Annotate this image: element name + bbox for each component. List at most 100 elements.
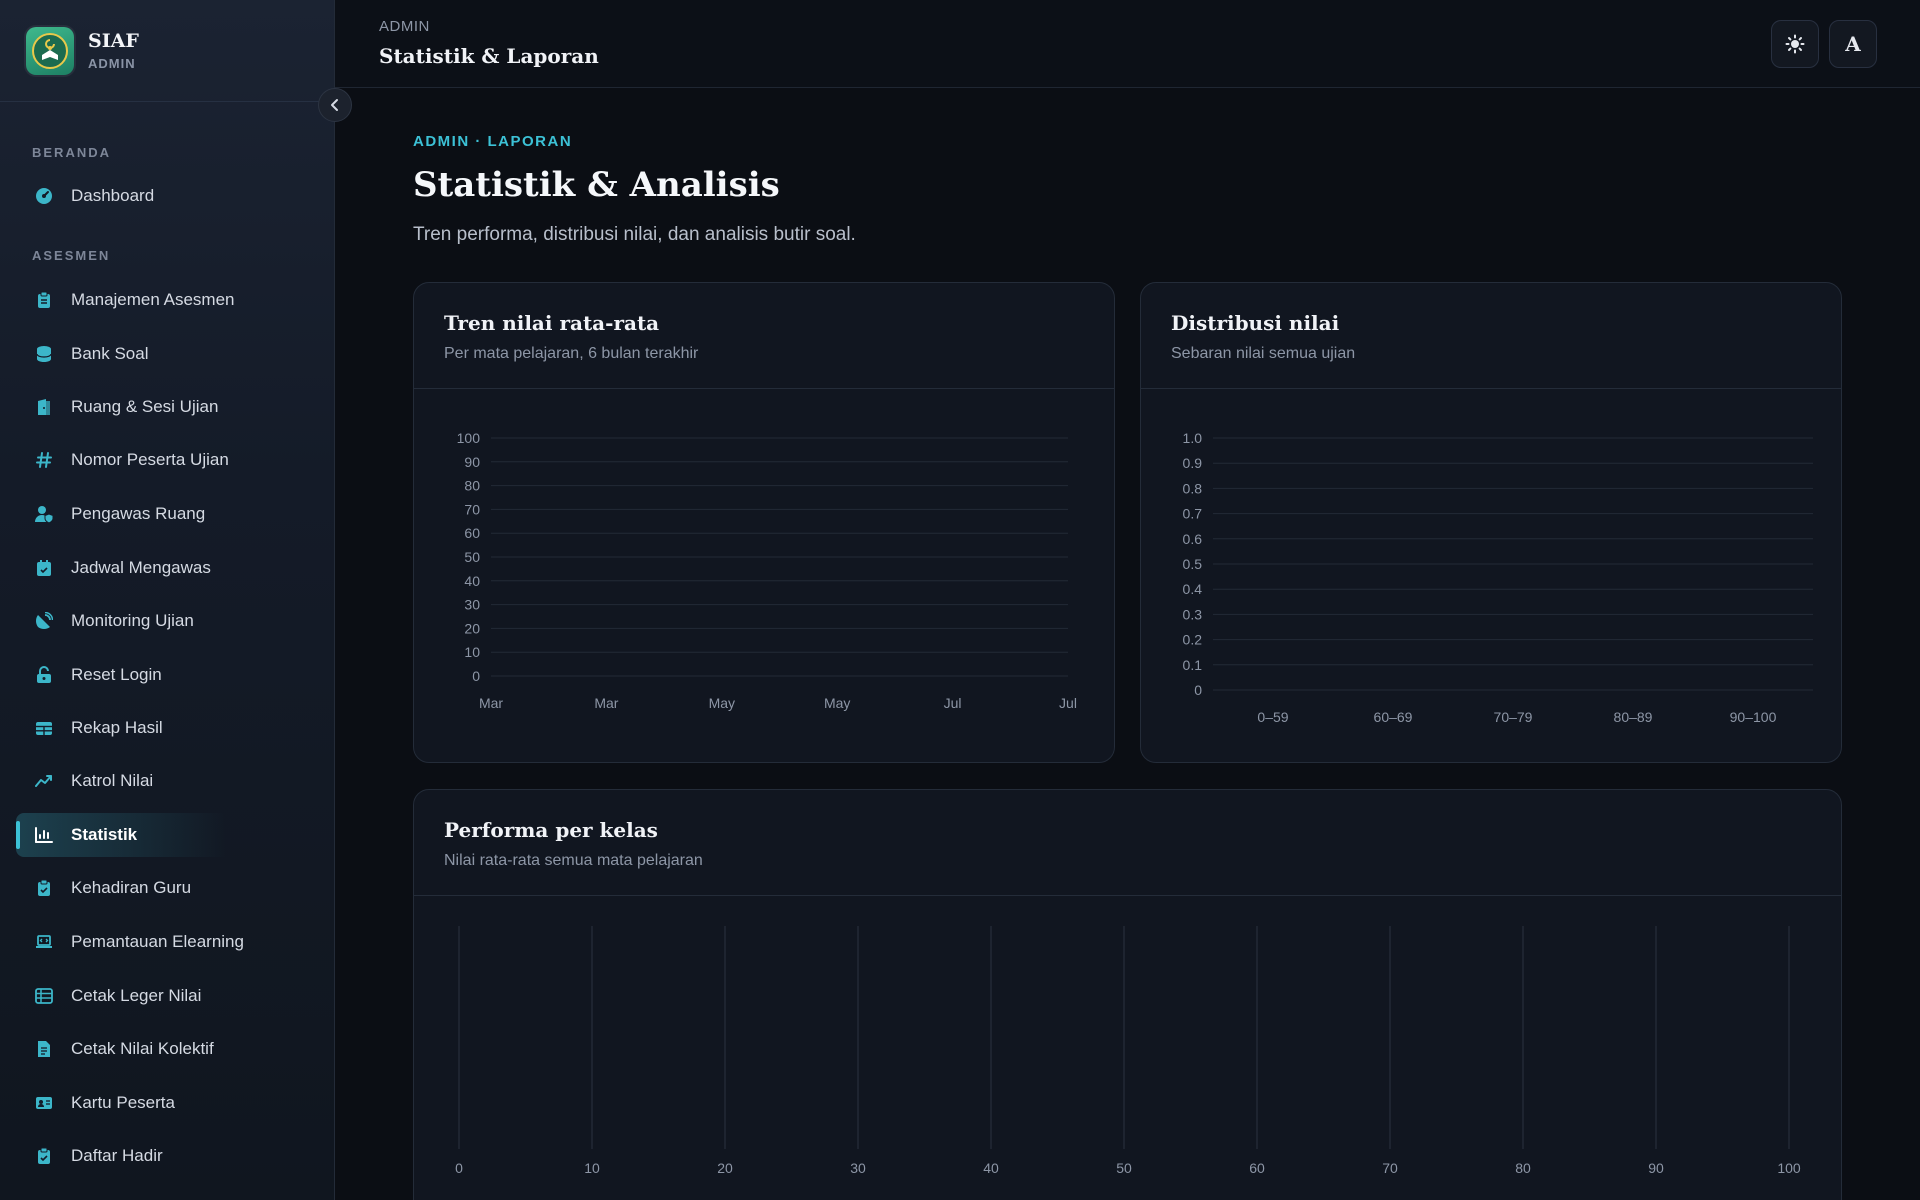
sidebar-item-label: Rekap Hasil: [71, 718, 163, 737]
x-tick-label: 80: [1515, 1160, 1531, 1176]
file-text-icon: [34, 1039, 54, 1059]
database-icon: [34, 344, 54, 364]
x-tick-label: May: [824, 695, 850, 711]
sidebar-item-label: Manajemen Asesmen: [71, 290, 235, 309]
trend-chart-card: Tren nilai rata-rata Per mata pelajaran,…: [413, 282, 1115, 763]
x-tick-label: 0–59: [1257, 709, 1288, 725]
trend-up-icon: [34, 771, 54, 791]
x-tick-label: Mar: [479, 695, 503, 711]
brand-name: SIAF: [88, 30, 139, 52]
laptop-code-icon: [34, 932, 54, 952]
sidebar-item-statistik[interactable]: Statistik: [16, 813, 316, 857]
class-performance-bar-chart: 0 10 20 30 40 50 60 70 80 90 100: [455, 926, 1801, 1176]
calendar-check-icon: [34, 558, 54, 578]
gauge-icon: [34, 186, 54, 206]
sidebar-item-label: Cetak Leger Nilai: [71, 986, 202, 1005]
sidebar-item-pemantauan-elearning[interactable]: Pemantauan Elearning: [16, 920, 316, 964]
page-subtitle: Tren performa, distribusi nilai, dan ana…: [413, 224, 856, 245]
x-tick-label: 70–79: [1494, 709, 1533, 725]
page-title: Statistik & Analisis: [413, 165, 780, 205]
sidebar-item-label: Pengawas Ruang: [71, 504, 206, 523]
distribution-chart-card: Distribusi nilai Sebaran nilai semua uji…: [1140, 282, 1842, 763]
y-tick-label: 40: [464, 573, 480, 589]
y-tick-label: 90: [464, 454, 480, 470]
sidebar-item-nomor-peserta-ujian[interactable]: Nomor Peserta Ujian: [16, 438, 316, 482]
sidebar-item-pengawas-ruang[interactable]: Pengawas Ruang: [16, 492, 316, 536]
sidebar-item-cetak-nilai-kolektif[interactable]: Cetak Nilai Kolektif: [16, 1027, 316, 1071]
satellite-icon: [34, 611, 54, 631]
class-performance-subtitle: Nilai rata-rata semua mata pelajaran: [444, 852, 703, 869]
sidebar-item-katrol-nilai[interactable]: Katrol Nilai: [16, 759, 316, 803]
y-tick-label: 20: [464, 620, 480, 636]
x-tick-label: 0: [455, 1160, 463, 1176]
sidebar-item-label: Kartu Peserta: [71, 1093, 175, 1112]
clipboard-icon: [34, 290, 54, 310]
x-tick-label: 90–100: [1730, 709, 1777, 725]
y-tick-label: 70: [464, 501, 480, 517]
class-performance-title: Performa per kelas: [444, 818, 658, 842]
y-tick-label: 80: [464, 478, 480, 494]
distribution-chart-title: Distribusi nilai: [1171, 311, 1340, 335]
nav-section-asesmen: ASESMEN: [32, 248, 111, 263]
x-tick-label: Jul: [1059, 695, 1077, 711]
table-icon: [34, 718, 54, 738]
sidebar-item-label: Cetak Nilai Kolektif: [71, 1039, 214, 1058]
list-table-icon: [34, 986, 54, 1006]
sidebar-item-monitoring-ujian[interactable]: Monitoring Ujian: [16, 599, 316, 643]
y-tick-label: 0.5: [1183, 556, 1203, 572]
theme-toggle-button[interactable]: [1771, 20, 1819, 68]
sidebar-item-label: Pemantauan Elearning: [71, 932, 244, 951]
y-tick-label: 1.0: [1183, 430, 1203, 446]
sidebar-item-ruang-dan-sesi-ujian[interactable]: Ruang & Sesi Ujian: [16, 385, 316, 429]
sidebar-item-kehadiran-guru[interactable]: Kehadiran Guru: [16, 866, 316, 910]
class-performance-card: Performa per kelas Nilai rata-rata semua…: [413, 789, 1842, 1200]
sidebar-item-label: Katrol Nilai: [71, 771, 154, 790]
x-tick-label: May: [709, 695, 735, 711]
sidebar-item-jadwal-mengawas[interactable]: Jadwal Mengawas: [16, 546, 316, 590]
y-tick-label: 0.4: [1183, 581, 1203, 597]
breadcrumb[interactable]: ADMIN: [379, 18, 430, 35]
page-eyebrow: ADMIN · LAPORAN: [413, 133, 573, 150]
sidebar-item-dashboard[interactable]: Dashboard: [16, 174, 316, 218]
brand[interactable]: SIAF ADMIN: [0, 0, 334, 102]
x-tick-label: 90: [1648, 1160, 1664, 1176]
y-tick-label: 0.6: [1183, 531, 1203, 547]
sidebar-item-label: Dashboard: [71, 186, 155, 205]
y-tick-label: 60: [464, 525, 480, 541]
x-tick-label: Jul: [944, 695, 962, 711]
user-avatar-button[interactable]: A: [1829, 20, 1877, 68]
y-tick-label: 0.8: [1183, 480, 1203, 496]
bar-chart-icon: [34, 825, 54, 845]
sidebar-item-kartu-peserta[interactable]: Kartu Peserta: [16, 1081, 316, 1125]
y-tick-label: 0.3: [1183, 606, 1203, 622]
unlock-icon: [34, 665, 54, 685]
sidebar-collapse-button[interactable]: [318, 88, 352, 122]
sidebar-item-daftar-hadir[interactable]: Daftar Hadir: [16, 1134, 316, 1178]
x-tick-label: 40: [983, 1160, 999, 1176]
x-tick-label: 60: [1249, 1160, 1265, 1176]
y-tick-label: 0.9: [1183, 455, 1203, 471]
y-tick-label: 50: [464, 549, 480, 565]
y-tick-label: 0.7: [1183, 506, 1203, 522]
sidebar-item-cetak-leger-nilai[interactable]: Cetak Leger Nilai: [16, 974, 316, 1018]
school-logo-icon: [26, 26, 74, 75]
x-tick-label: 10: [584, 1160, 600, 1176]
sidebar-item-label: Reset Login: [71, 665, 162, 684]
sidebar-item-label: Jadwal Mengawas: [71, 558, 211, 577]
distribution-bar-chart: 0 0.1 0.2 0.3 0.4 0.5 0.6 0.7 0.8 0.9 1.0 0–59 60–69…: [1183, 430, 1813, 725]
sidebar-item-rekap-hasil[interactable]: Rekap Hasil: [16, 706, 316, 750]
sidebar-item-label: Ruang & Sesi Ujian: [71, 397, 219, 416]
sidebar-item-label: Monitoring Ujian: [71, 611, 194, 630]
door-icon: [34, 397, 54, 417]
sidebar-item-bank-soal[interactable]: Bank Soal: [16, 332, 316, 376]
sidebar: SIAF ADMIN BERANDA ASESMEN Dashboard Mana…: [0, 0, 335, 1200]
distribution-chart-subtitle: Sebaran nilai semua ujian: [1171, 345, 1356, 362]
x-tick-label: 20: [717, 1160, 733, 1176]
sidebar-item-reset-login[interactable]: Reset Login: [16, 653, 316, 697]
chevron-left-icon: [331, 99, 338, 111]
sidebar-item-manajemen-asesmen[interactable]: Manajemen Asesmen: [16, 278, 316, 322]
clipboard-check-icon: [34, 878, 54, 898]
y-tick-label: 0: [1194, 682, 1202, 698]
x-tick-label: 70: [1382, 1160, 1398, 1176]
y-tick-label: 0.1: [1183, 657, 1203, 673]
